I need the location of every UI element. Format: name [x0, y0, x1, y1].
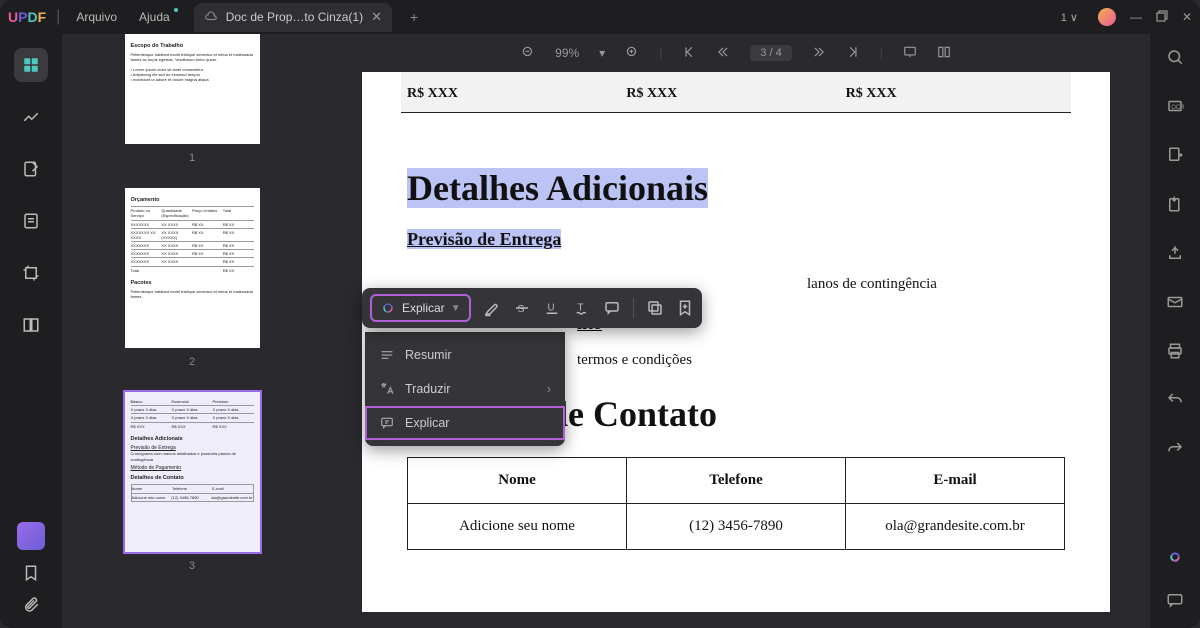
thumbnail-page-2[interactable]: Orçamento Produto ou ServiçoQuantidade (… — [125, 188, 260, 348]
dropdown-explicar[interactable]: Explicar — [365, 406, 565, 440]
contact-head-telefone: Telefone — [627, 458, 846, 503]
contact-val-telefone: (12) 3456-7890 — [627, 504, 846, 549]
app-logo: UPDF — [8, 9, 46, 25]
dropdown-resumir[interactable]: Resumir — [365, 338, 565, 372]
ai-dropdown-menu: Resumir Traduzir › Explicar — [365, 332, 565, 446]
next-page-icon[interactable] — [812, 45, 826, 62]
new-tab-button[interactable]: + — [410, 9, 418, 25]
explain-label: Explicar — [402, 301, 445, 315]
view-mode-icon[interactable] — [937, 45, 951, 62]
first-page-icon[interactable] — [682, 45, 696, 62]
price-1: R$ XXX — [407, 86, 626, 102]
contact-head-email: E-mail — [846, 458, 1064, 503]
squiggly-icon[interactable]: T — [573, 299, 591, 317]
prev-page-icon[interactable] — [716, 45, 730, 62]
chevron-right-icon: › — [547, 382, 551, 396]
avatar[interactable] — [1098, 8, 1116, 26]
close-tab-icon[interactable]: ✕ — [371, 9, 382, 25]
svg-text:T: T — [577, 302, 583, 313]
sidebar-thumbnails[interactable] — [14, 48, 48, 82]
sidebar-highlight-icon[interactable] — [14, 100, 48, 134]
share-icon[interactable] — [1166, 244, 1184, 267]
thumbnails-panel: Escopo do Trabalho Pellentesque habitant… — [62, 34, 322, 628]
thumb-num-2: 2 — [92, 356, 292, 368]
bookmark-add-icon[interactable] — [676, 299, 694, 317]
contact-head-nome: Nome — [408, 458, 627, 503]
left-sidebar — [0, 34, 62, 628]
price-2: R$ XXX — [626, 86, 845, 102]
comment-icon[interactable] — [603, 299, 621, 317]
chat-icon[interactable] — [1166, 591, 1184, 614]
ai-cube-icon[interactable] — [17, 522, 45, 550]
thumbnail-page-3[interactable]: BásicoEssencialPremium X prazo X diasX p… — [125, 392, 260, 552]
maximize-icon[interactable] — [1156, 10, 1168, 25]
sidebar-crop-icon[interactable] — [14, 256, 48, 290]
zoom-in-icon[interactable] — [625, 45, 639, 62]
mail-icon[interactable] — [1166, 293, 1184, 316]
zoom-dropdown-icon[interactable]: ▾ — [599, 46, 605, 60]
page-indicator[interactable]: 3 / 4 — [750, 45, 791, 61]
sidebar-compare-icon[interactable] — [14, 308, 48, 342]
presentation-icon[interactable] — [903, 45, 917, 62]
explain-button[interactable]: Explicar ▼ — [370, 294, 471, 322]
zoom-out-icon[interactable] — [521, 45, 535, 62]
search-icon[interactable] — [1166, 48, 1184, 71]
menu-arquivo[interactable]: Arquivo — [70, 6, 123, 28]
attachment-icon[interactable] — [14, 596, 48, 614]
cloud-icon — [204, 9, 218, 26]
bookmark-icon[interactable] — [14, 564, 48, 582]
thumb-num-1: 1 — [92, 152, 292, 164]
heading-previsao-entrega: Previsão de Entrega — [407, 229, 1065, 250]
price-3: R$ XXX — [846, 86, 1065, 102]
last-page-icon[interactable] — [846, 45, 860, 62]
svg-text:OCR: OCR — [1171, 105, 1184, 111]
thumbnail-page-1[interactable]: Escopo do Trabalho Pellentesque habitant… — [125, 34, 260, 144]
minimize-icon[interactable]: — — [1130, 10, 1142, 24]
redo-icon[interactable] — [1166, 440, 1184, 463]
sidebar-edit-icon[interactable] — [14, 152, 48, 186]
ai-assistant-icon[interactable] — [1166, 548, 1184, 571]
contact-val-nome: Adicione seu nome — [408, 504, 627, 549]
dropdown-traduzir[interactable]: Traduzir › — [365, 372, 565, 406]
document-tab[interactable]: Doc de Prop…to Cinza(1) ✕ — [194, 3, 392, 32]
svg-text:U: U — [547, 302, 554, 313]
import-icon[interactable] — [1166, 195, 1184, 218]
tab-title: Doc de Prop…to Cinza(1) — [226, 10, 363, 24]
copy-icon[interactable] — [646, 299, 664, 317]
close-window-icon[interactable]: ✕ — [1182, 10, 1192, 24]
titlebar: UPDF | Arquivo Ajuda Doc de Prop…to Cinz… — [0, 0, 1200, 34]
account-dropdown[interactable]: 1 ∨ — [1055, 9, 1084, 26]
underline-icon[interactable]: U — [543, 299, 561, 317]
undo-icon[interactable] — [1166, 391, 1184, 414]
document-viewer: 99% ▾ | 3 / 4 | R$ XXX R$ XXX R$ XXX Det… — [322, 34, 1150, 628]
export-icon[interactable] — [1166, 146, 1184, 169]
selection-toolbar: Explicar ▼ S U T — [362, 288, 702, 328]
thumb-num-3: 3 — [92, 560, 292, 572]
document-toolbar: 99% ▾ | 3 / 4 | — [322, 34, 1150, 72]
menu-ajuda[interactable]: Ajuda — [133, 6, 176, 28]
contact-table: Nome Telefone E-mail Adicione seu nome (… — [407, 457, 1065, 550]
sidebar-page-icon[interactable] — [14, 204, 48, 238]
print-icon[interactable] — [1166, 342, 1184, 365]
heading-detalhes-adicionais: Detalhes Adicionais — [407, 167, 1065, 209]
zoom-level[interactable]: 99% — [555, 46, 579, 60]
contact-val-email: ola@grandesite.com.br — [846, 504, 1064, 549]
right-sidebar: OCR — [1150, 34, 1200, 628]
highlight-tool-icon[interactable] — [483, 299, 501, 317]
ocr-icon[interactable]: OCR — [1166, 97, 1184, 120]
strikethrough-icon[interactable]: S — [513, 299, 531, 317]
